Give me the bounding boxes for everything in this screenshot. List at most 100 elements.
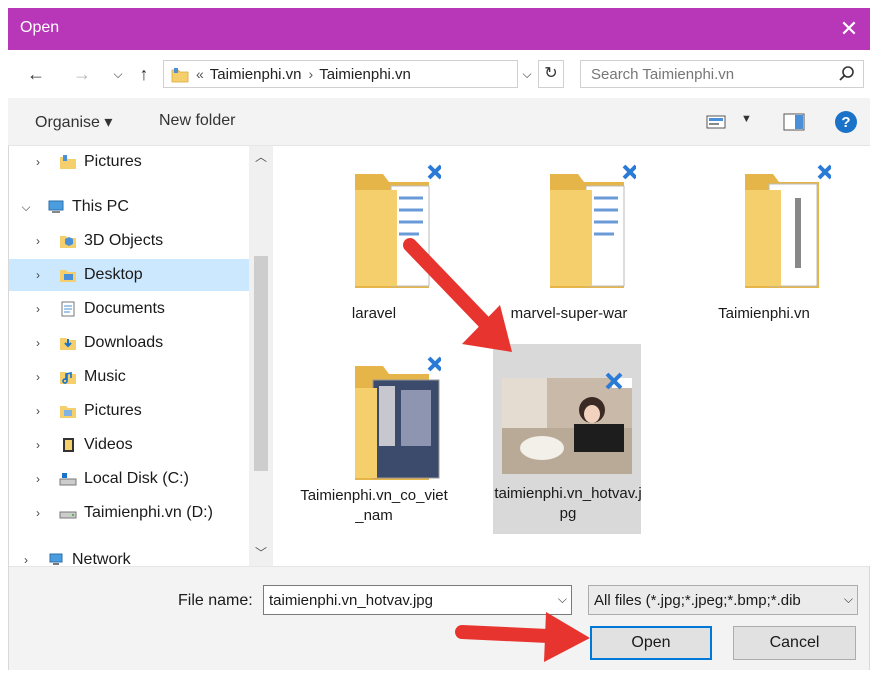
sidebar-item-label: 3D Objects bbox=[84, 232, 164, 249]
file-name: Taimienphi.vn_co_viet_nam bbox=[300, 487, 448, 524]
cancel-button[interactable]: Cancel bbox=[733, 626, 856, 660]
address-bar[interactable]: « Taimienphi.vn › Taimienphi.vn bbox=[163, 60, 518, 88]
preview-pane-icon[interactable] bbox=[783, 113, 805, 131]
file-name: laravel bbox=[351, 305, 397, 322]
recent-locations-icon[interactable]: ⌵ bbox=[106, 62, 130, 86]
sidebar-item-label: Documents bbox=[84, 300, 165, 317]
window-title: Open bbox=[20, 19, 60, 36]
file-item-hotvav-jpg[interactable]: taimienphi.vn_hotvav.jpg bbox=[493, 344, 642, 534]
drive-icon bbox=[59, 511, 77, 519]
videos-folder-icon bbox=[63, 438, 74, 452]
expand-chevron-icon[interactable]: › bbox=[31, 472, 45, 486]
change-view-icon[interactable] bbox=[706, 114, 726, 130]
pictures-folder-icon bbox=[60, 155, 76, 169]
navigation-bar: ← → ⌵ ↑ « Taimienphi.vn › Taimienphi.vn … bbox=[8, 50, 870, 98]
close-icon[interactable]: ✕ bbox=[834, 14, 864, 44]
sidebar-item-label: Pictures bbox=[84, 153, 142, 170]
downloads-folder-icon bbox=[60, 338, 76, 350]
sidebar-item-documents[interactable]: › Documents bbox=[9, 293, 249, 325]
expand-chevron-icon[interactable]: › bbox=[31, 370, 45, 384]
file-item-marvel-super-war[interactable]: marvel-super-war bbox=[494, 154, 644, 344]
file-item-laravel[interactable]: laravel bbox=[299, 154, 449, 344]
sidebar-item-drive-d[interactable]: › Taimienphi.vn (D:) bbox=[9, 497, 249, 529]
file-item-taimienphi-vn[interactable]: Taimienphi.vn bbox=[689, 154, 839, 344]
sidebar-item-desktop[interactable]: › Desktop bbox=[9, 259, 249, 291]
sidebar-item-label: Desktop bbox=[84, 266, 143, 283]
svg-text:?: ? bbox=[841, 114, 850, 131]
file-name-input[interactable]: taimienphi.vn_hotvav.jpg ⌵ bbox=[263, 585, 572, 615]
sidebar-item-label: Taimienphi.vn (D:) bbox=[84, 504, 213, 521]
chevron-down-icon[interactable]: ⌵ bbox=[839, 592, 853, 607]
sidebar-item-downloads[interactable]: › Downloads bbox=[9, 327, 249, 359]
expand-chevron-icon[interactable]: › bbox=[31, 336, 45, 350]
sidebar-item-videos[interactable]: › Videos bbox=[9, 429, 249, 461]
file-name-label: File name: bbox=[178, 592, 253, 609]
folder-icon bbox=[355, 164, 441, 288]
breadcrumb-item[interactable]: Taimienphi.vn bbox=[210, 66, 302, 83]
file-type-select[interactable]: All files (*.jpg;*.jpeg;*.bmp;*.dib ⌵ bbox=[588, 585, 858, 615]
expand-chevron-icon[interactable]: › bbox=[19, 553, 33, 566]
3d-objects-icon bbox=[60, 236, 76, 248]
search-icon[interactable] bbox=[837, 64, 857, 84]
sidebar-item-local-disk[interactable]: › Local Disk (C:) bbox=[9, 463, 249, 495]
sidebar-item-3d-objects[interactable]: › 3D Objects bbox=[9, 225, 249, 257]
scroll-down-icon[interactable]: ﹀ bbox=[249, 544, 273, 561]
computer-icon bbox=[48, 200, 64, 213]
help-icon[interactable]: ? bbox=[834, 110, 858, 134]
sidebar-item-label: This PC bbox=[72, 198, 129, 215]
collapse-chevron-icon[interactable]: ⌵ bbox=[19, 200, 33, 215]
search-input[interactable]: Search Taimienphi.vn bbox=[580, 60, 864, 88]
breadcrumb-separator[interactable]: › bbox=[309, 66, 314, 82]
network-icon bbox=[49, 553, 63, 565]
chevron-down-icon[interactable]: ⌵ bbox=[558, 592, 567, 607]
desktop-folder-icon bbox=[60, 270, 76, 282]
sidebar-item-label: Music bbox=[84, 368, 126, 385]
expand-chevron-icon[interactable]: › bbox=[31, 302, 45, 316]
file-name-value: taimienphi.vn_hotvav.jpg bbox=[269, 592, 433, 609]
sidebar-item-label: Videos bbox=[84, 436, 133, 453]
expand-chevron-icon[interactable]: › bbox=[31, 234, 45, 248]
sidebar-item-music[interactable]: › Music bbox=[9, 361, 249, 393]
expand-chevron-icon[interactable]: › bbox=[31, 268, 45, 282]
zipped-folder-icon bbox=[745, 164, 831, 288]
file-name: Taimienphi.vn bbox=[718, 305, 810, 322]
file-item-taimienphi-co-viet-nam[interactable]: Taimienphi.vn_co_viet_nam bbox=[299, 346, 449, 536]
documents-folder-icon bbox=[61, 301, 75, 317]
up-icon[interactable]: ↑ bbox=[132, 62, 156, 86]
navigation-scrollbar[interactable]: ︿ ﹀ bbox=[249, 146, 273, 566]
local-disk-icon bbox=[59, 473, 77, 486]
expand-chevron-icon[interactable]: › bbox=[31, 438, 45, 452]
title-bar: Open ✕ bbox=[8, 8, 870, 50]
scroll-up-icon[interactable]: ︿ bbox=[249, 148, 273, 165]
breadcrumb-overflow[interactable]: « bbox=[196, 66, 204, 82]
address-dropdown-icon[interactable]: ⌵ bbox=[516, 60, 538, 88]
file-list: laravel marvel-super-war Taimienphi.vn T… bbox=[274, 146, 870, 566]
sidebar-item-label: Local Disk (C:) bbox=[84, 470, 189, 487]
sidebar-item-label: Downloads bbox=[84, 334, 164, 351]
scrollbar-thumb[interactable] bbox=[254, 256, 268, 471]
photo-folder-icon bbox=[355, 356, 441, 480]
sidebar-item-pictures[interactable]: › Pictures bbox=[9, 146, 249, 178]
back-icon[interactable]: ← bbox=[24, 62, 48, 86]
folder-icon bbox=[171, 67, 189, 83]
open-button[interactable]: Open bbox=[590, 626, 712, 660]
sync-badge-icon bbox=[605, 372, 623, 390]
sidebar-item-label: Pictures bbox=[84, 402, 142, 419]
view-options-dropdown-icon[interactable]: ▼ bbox=[741, 113, 752, 125]
new-folder-button[interactable]: New folder bbox=[159, 112, 235, 130]
folder-icon bbox=[550, 164, 636, 288]
expand-chevron-icon[interactable]: › bbox=[31, 155, 45, 169]
search-placeholder: Search Taimienphi.vn bbox=[591, 66, 735, 83]
organise-menu[interactable]: Organise ▾ bbox=[35, 112, 112, 132]
expand-chevron-icon[interactable]: › bbox=[31, 506, 45, 520]
breadcrumb-item[interactable]: Taimienphi.vn bbox=[319, 66, 411, 83]
sidebar-item-label: Network bbox=[72, 551, 131, 566]
navigation-pane: › Pictures ⌵ This PC › 3D Objects › Desk… bbox=[9, 146, 273, 566]
refresh-icon[interactable]: ↻ bbox=[538, 60, 564, 88]
sidebar-item-pictures[interactable]: › Pictures bbox=[9, 395, 249, 427]
forward-icon[interactable]: → bbox=[70, 62, 94, 86]
expand-chevron-icon[interactable]: › bbox=[31, 404, 45, 418]
sidebar-item-network[interactable]: › Network bbox=[9, 544, 249, 566]
sidebar-item-this-pc[interactable]: ⌵ This PC bbox=[9, 191, 249, 223]
file-type-value: All files (*.jpg;*.jpeg;*.bmp;*.dib bbox=[594, 592, 801, 609]
